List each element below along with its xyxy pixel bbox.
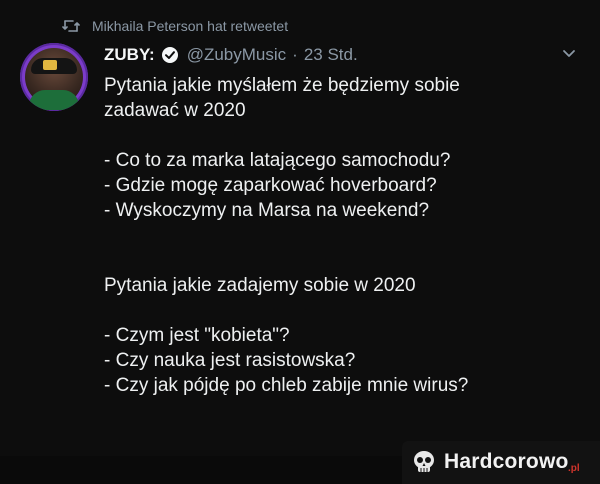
tweet-body: Pytania jakie myślałem że będziemy sobie… bbox=[104, 73, 574, 398]
tweet-line: - Wyskoczymy na Marsa na weekend? bbox=[104, 200, 430, 221]
tweet-line bbox=[104, 248, 574, 273]
header-separator: · bbox=[292, 45, 298, 64]
tweet-line: Pytania jakie myślałem że będziemy sobie bbox=[104, 75, 460, 96]
retweet-text[interactable]: Mikhaila Peterson hat retweetet bbox=[92, 18, 288, 34]
tweet-line: zadawać w 2020 bbox=[104, 100, 246, 121]
tweet-line bbox=[104, 223, 574, 248]
tweet-line bbox=[104, 123, 574, 148]
tweet-timestamp[interactable]: 23 Std. bbox=[304, 45, 358, 65]
avatar[interactable] bbox=[20, 43, 88, 111]
retweet-icon bbox=[62, 20, 80, 32]
tweet-line bbox=[104, 298, 574, 323]
tweet-header: ZUBY: @ZubyMusic · 23 Std. bbox=[104, 43, 358, 67]
author-name[interactable]: ZUBY: bbox=[104, 45, 155, 65]
tweet-line: - Gdzie mogę zaparkować hoverboard? bbox=[104, 175, 437, 196]
watermark-suffix: .pl bbox=[568, 463, 580, 474]
watermark-text: Hardcorowo bbox=[444, 450, 569, 473]
verified-badge-icon bbox=[161, 47, 178, 63]
chevron-down-icon[interactable] bbox=[562, 49, 576, 59]
tweet-card: Mikhaila Peterson hat retweetet ZUBY: @Z… bbox=[0, 0, 600, 484]
tweet-line: - Co to za marka latającego samochodu? bbox=[104, 150, 451, 171]
retweet-context: Mikhaila Peterson hat retweetet bbox=[62, 17, 288, 35]
skull-logo-icon bbox=[414, 451, 434, 472]
avatar-shirt bbox=[29, 90, 79, 110]
tweet-line: Pytania jakie zadajemy sobie w 2020 bbox=[104, 275, 416, 296]
watermark: Hardcorowo .pl bbox=[402, 441, 600, 484]
tweet-line: - Czym jest "kobieta"? bbox=[104, 325, 290, 346]
avatar-cap-logo bbox=[43, 60, 57, 70]
author-handle[interactable]: @ZubyMusic bbox=[187, 45, 286, 65]
avatar-photo bbox=[25, 48, 83, 110]
tweet-line: - Czy nauka jest rasistowska? bbox=[104, 350, 356, 371]
tweet-line: - Czy jak pójdę po chleb zabije mnie wir… bbox=[104, 375, 469, 396]
bottom-strip bbox=[0, 456, 402, 484]
